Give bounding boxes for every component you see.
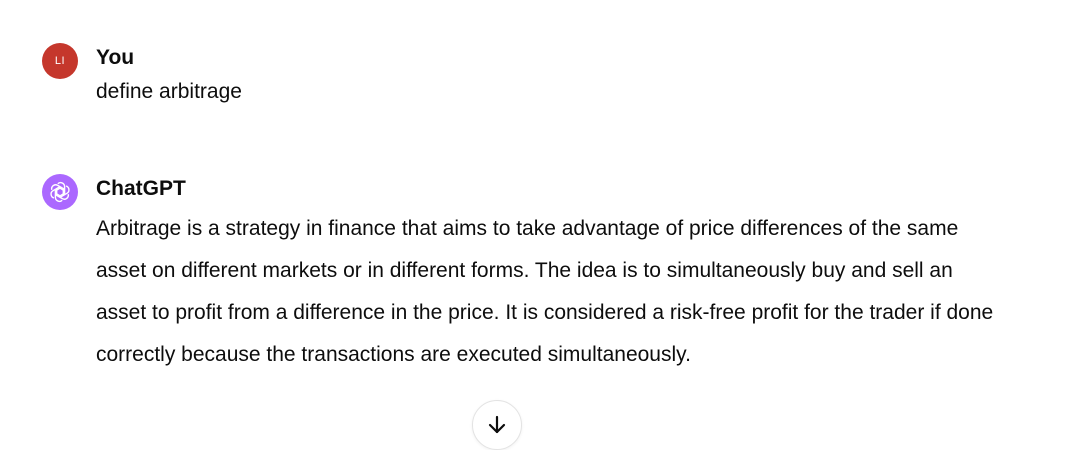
user-avatar: LI (42, 43, 78, 79)
user-message-text: define arbitrage (96, 80, 242, 103)
arrow-down-icon (488, 415, 506, 434)
openai-logo-icon (50, 181, 70, 203)
assistant-message-text: Arbitrage is a strategy in finance that … (96, 217, 994, 366)
assistant-avatar (42, 174, 78, 210)
user-avatar-initials: LI (54, 55, 66, 67)
user-author-name: You (96, 46, 135, 69)
assistant-author-name: ChatGPT (96, 177, 186, 200)
